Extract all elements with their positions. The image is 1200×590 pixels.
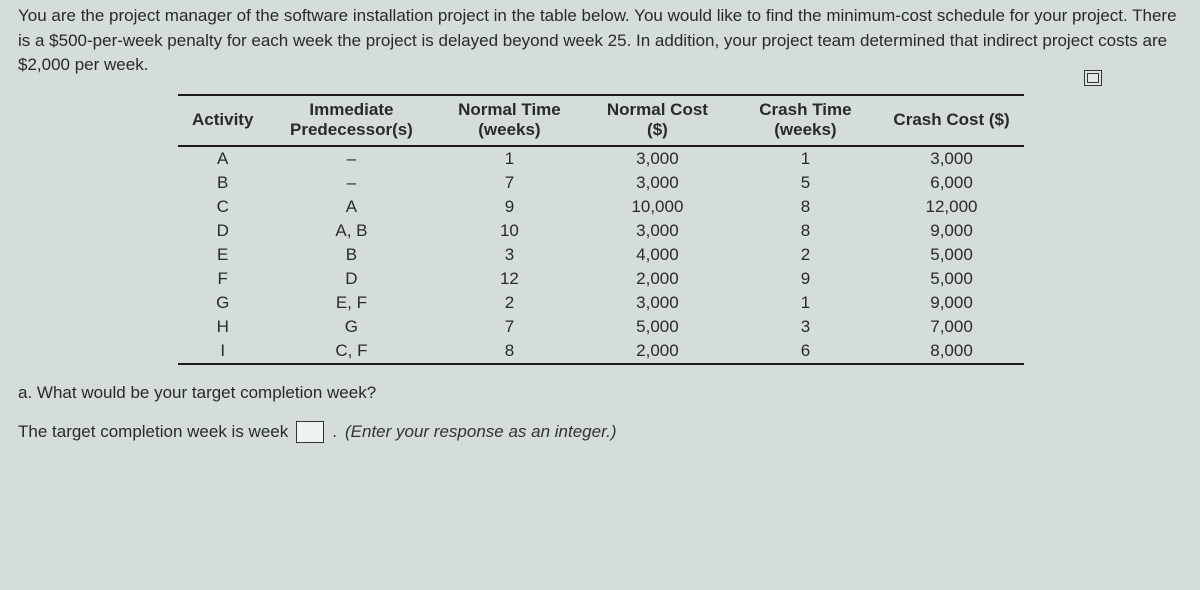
table-row: CA910,000812,000 [178,195,1024,219]
cell-cc: 9,000 [879,219,1023,243]
cell-pred: – [267,146,435,171]
cell-nc: 3,000 [583,219,731,243]
question-a-text: What would be your target completion wee… [37,383,376,402]
col-crash-time: Crash Time (weeks) [731,95,879,146]
cell-ct: 1 [731,146,879,171]
cell-cc: 5,000 [879,267,1023,291]
problem-statement: You are the project manager of the softw… [18,0,1182,86]
answer-hint: (Enter your response as an integer.) [345,422,617,442]
activity-table: Activity Immediate Predecessor(s) Normal… [178,94,1024,365]
answer-row: The target completion week is week . (En… [18,421,1182,443]
table-row: B–73,00056,000 [178,171,1024,195]
table-row: IC, F82,00068,000 [178,339,1024,364]
cell-ct: 5 [731,171,879,195]
cell-cc: 5,000 [879,243,1023,267]
cell-ct: 6 [731,339,879,364]
cell-ct: 1 [731,291,879,315]
cell-nt: 12 [435,267,583,291]
cell-activity: G [178,291,267,315]
question-a-label: a. [18,383,32,402]
cell-nt: 10 [435,219,583,243]
cell-nc: 5,000 [583,315,731,339]
cell-ct: 9 [731,267,879,291]
cell-nc: 2,000 [583,267,731,291]
table-row: EB34,00025,000 [178,243,1024,267]
cell-pred: G [267,315,435,339]
cell-nc: 3,000 [583,291,731,315]
table-row: A–13,00013,000 [178,146,1024,171]
cell-nc: 4,000 [583,243,731,267]
cell-cc: 7,000 [879,315,1023,339]
table-row: GE, F23,00019,000 [178,291,1024,315]
popout-icon[interactable] [1084,70,1102,86]
cell-cc: 12,000 [879,195,1023,219]
col-activity: Activity [178,95,267,146]
cell-ct: 8 [731,195,879,219]
cell-activity: F [178,267,267,291]
answer-period: . [332,422,337,442]
cell-activity: I [178,339,267,364]
cell-pred: E, F [267,291,435,315]
cell-pred: – [267,171,435,195]
target-week-input[interactable] [296,421,324,443]
table-body: A–13,00013,000 B–73,00056,000 CA910,0008… [178,146,1024,364]
cell-ct: 8 [731,219,879,243]
cell-nc: 3,000 [583,146,731,171]
cell-activity: A [178,146,267,171]
cell-cc: 9,000 [879,291,1023,315]
cell-pred: D [267,267,435,291]
cell-nt: 1 [435,146,583,171]
cell-nt: 3 [435,243,583,267]
cell-nt: 7 [435,315,583,339]
table-row: HG75,00037,000 [178,315,1024,339]
cell-activity: C [178,195,267,219]
cell-activity: D [178,219,267,243]
col-normal-cost: Normal Cost ($) [583,95,731,146]
question-a: a. What would be your target completion … [18,383,1182,403]
cell-nc: 3,000 [583,171,731,195]
answer-prefix: The target completion week is week [18,422,288,442]
cell-ct: 2 [731,243,879,267]
cell-nt: 2 [435,291,583,315]
cell-activity: B [178,171,267,195]
cell-pred: A [267,195,435,219]
cell-nc: 10,000 [583,195,731,219]
cell-pred: B [267,243,435,267]
col-normal-time: Normal Time (weeks) [435,95,583,146]
cell-nt: 9 [435,195,583,219]
cell-pred: A, B [267,219,435,243]
col-predecessor: Immediate Predecessor(s) [267,95,435,146]
cell-cc: 8,000 [879,339,1023,364]
cell-pred: C, F [267,339,435,364]
cell-nc: 2,000 [583,339,731,364]
cell-cc: 6,000 [879,171,1023,195]
table-header-row: Activity Immediate Predecessor(s) Normal… [178,95,1024,146]
data-table-container: Activity Immediate Predecessor(s) Normal… [178,94,1182,365]
cell-nt: 7 [435,171,583,195]
col-crash-cost: Crash Cost ($) [879,95,1023,146]
cell-activity: E [178,243,267,267]
table-row: DA, B103,00089,000 [178,219,1024,243]
cell-cc: 3,000 [879,146,1023,171]
cell-nt: 8 [435,339,583,364]
table-row: FD122,00095,000 [178,267,1024,291]
cell-activity: H [178,315,267,339]
cell-ct: 3 [731,315,879,339]
